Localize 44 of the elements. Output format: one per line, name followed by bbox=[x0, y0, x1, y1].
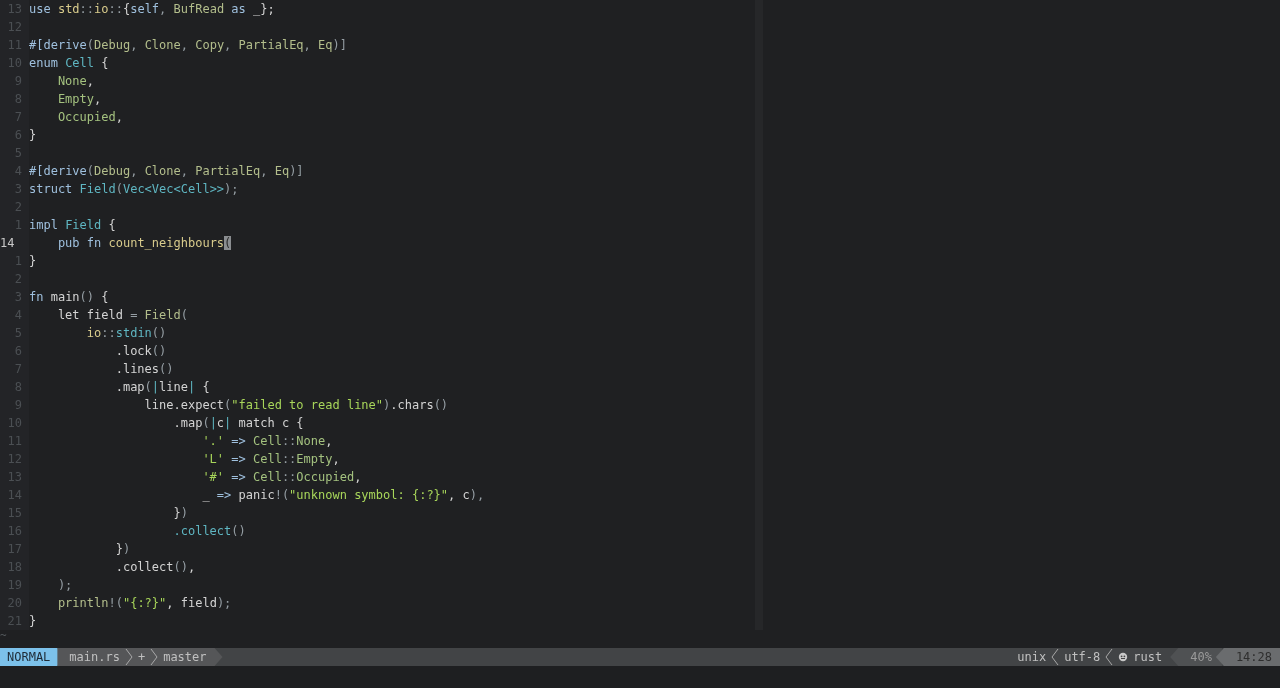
code-line: .lines() bbox=[114, 361, 174, 378]
code-line: } bbox=[29, 613, 37, 630]
code-line: _ => panic!("unknown symbol: {:?}", c), bbox=[201, 487, 485, 504]
status-text: master bbox=[163, 649, 207, 666]
code-line: }) bbox=[172, 505, 188, 522]
code-line: use std::io::{self, BufRead as _}; bbox=[29, 1, 275, 18]
code-line: Empty, bbox=[56, 91, 102, 108]
empty-line-marker: ~ bbox=[0, 629, 7, 642]
code-line: } bbox=[29, 253, 37, 270]
status-text: utf-8 bbox=[1064, 649, 1101, 666]
code-line: println!("{:?}", field); bbox=[56, 595, 232, 612]
separator-chevron-icon bbox=[1051, 648, 1060, 666]
code-line: let field = Field( bbox=[56, 307, 188, 324]
code-line: .lock() bbox=[114, 343, 167, 360]
code-line: line.expect("failed to read line").chars() bbox=[143, 397, 449, 414]
code-line: Occupied, bbox=[56, 109, 123, 126]
code-line: impl Field { bbox=[29, 217, 116, 234]
status-text: unix bbox=[1017, 649, 1047, 666]
code-line: .map(|c| match c { bbox=[172, 415, 304, 432]
status-text: main.rs bbox=[69, 649, 120, 666]
code-line: }) bbox=[114, 541, 131, 558]
code-line: .map(|line| { bbox=[114, 379, 210, 396]
cursor-position: 14:28 bbox=[1215, 648, 1280, 666]
code-line: #[derive(Debug, Clone, PartialEq, Eq)] bbox=[29, 163, 304, 180]
line-number: 14 bbox=[0, 234, 29, 252]
code-line: .collect() bbox=[172, 523, 246, 540]
code-line: pub fn count_neighbours( bbox=[56, 235, 232, 252]
code-line: 'L' => Cell::Empty, bbox=[201, 451, 340, 468]
code-line: None, bbox=[56, 73, 95, 90]
code-line: io::stdin() bbox=[85, 325, 167, 342]
code-line: '#' => Cell::Occupied, bbox=[201, 469, 362, 486]
code-line: enum Cell { bbox=[29, 55, 109, 72]
code-line: fn main() { bbox=[29, 289, 109, 306]
code-line: struct Field(Vec<Vec<Cell>>); bbox=[29, 181, 239, 198]
separator-chevron-icon bbox=[150, 648, 159, 666]
status-text: + bbox=[137, 649, 146, 666]
code-line: '.' => Cell::None, bbox=[201, 433, 333, 450]
code-line: } bbox=[29, 127, 37, 144]
code-line: #[derive(Debug, Clone, Copy, PartialEq, Eq)] bbox=[29, 37, 347, 54]
separator-chevron-icon bbox=[124, 648, 133, 666]
code-line: .collect(), bbox=[114, 559, 196, 576]
filetype-label: rust bbox=[1133, 649, 1163, 666]
code-line: ); bbox=[56, 577, 73, 594]
separator-chevron-icon bbox=[1105, 648, 1114, 666]
